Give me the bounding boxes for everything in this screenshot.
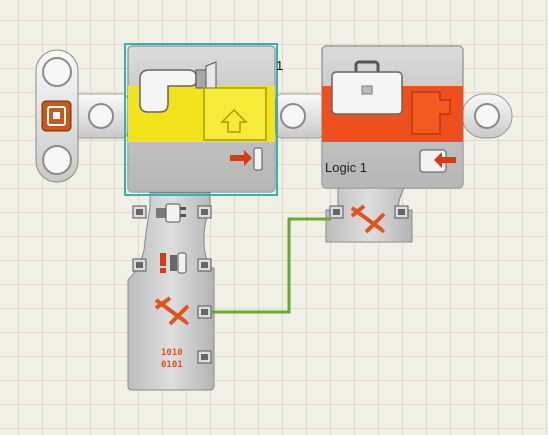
- beam-hole: [474, 103, 500, 129]
- data-plug-right[interactable]: [197, 350, 212, 364]
- sensor-port-number: 1: [276, 58, 284, 73]
- data-plug-right[interactable]: [197, 258, 212, 272]
- bumped-arrow-icon: [203, 87, 267, 141]
- data-plug-right[interactable]: [197, 205, 212, 219]
- data-plug-left[interactable]: [329, 205, 344, 219]
- data-plug-right[interactable]: [197, 305, 212, 319]
- data-plug-left[interactable]: [132, 258, 147, 272]
- start-block[interactable]: [35, 49, 79, 183]
- svg-text:0101: 0101: [161, 360, 183, 370]
- program-canvas[interactable]: 1010 0101 1 Logic 1: [0, 0, 548, 435]
- data-plug-left[interactable]: [132, 205, 147, 219]
- sequence-beam-layer: 1010 0101: [35, 43, 513, 391]
- data-plug-right[interactable]: [394, 205, 409, 219]
- variable-name-label: Logic 1: [325, 160, 367, 175]
- action-alert-icon: [160, 252, 187, 274]
- beam-hole: [88, 103, 114, 129]
- beam-hole: [280, 103, 306, 129]
- svg-text:1010: 1010: [161, 348, 183, 358]
- logic-data-wire[interactable]: [211, 217, 331, 314]
